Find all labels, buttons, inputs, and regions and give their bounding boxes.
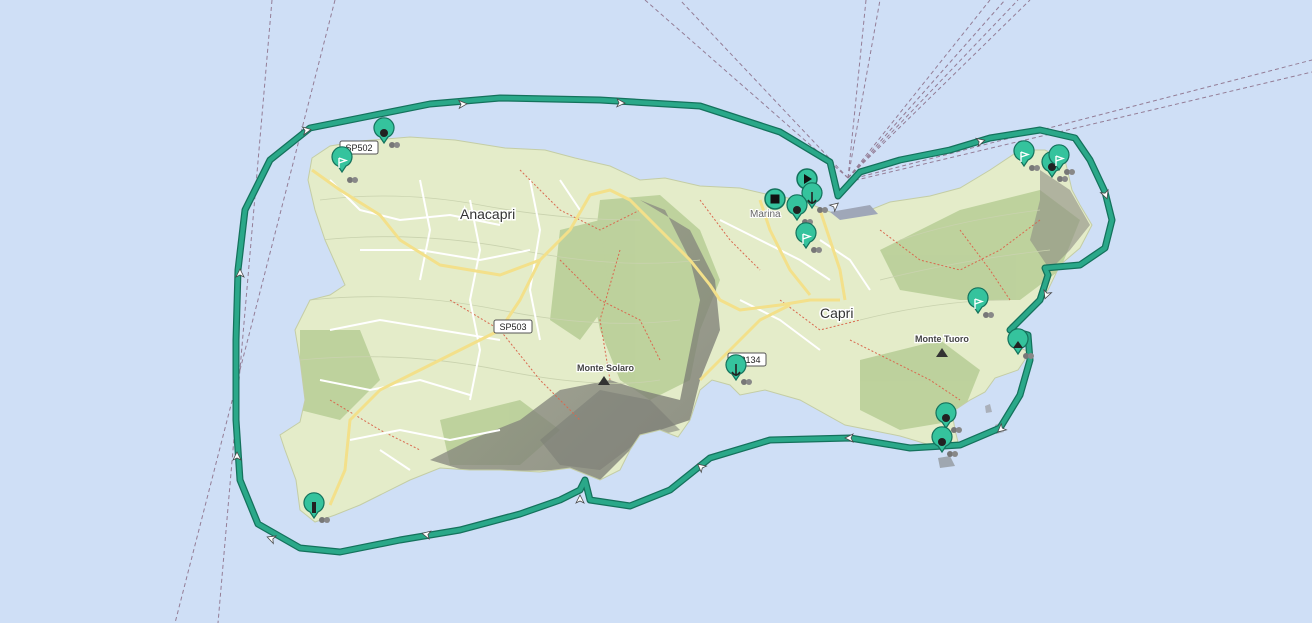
diver-icon	[942, 414, 950, 422]
label-anacapri: Anacapri	[460, 206, 515, 222]
stop-icon	[770, 194, 780, 204]
map-canvas[interactable]: Anacapri Capri Marina Monte Solaro Monte…	[0, 0, 1312, 623]
lighthouse-icon	[312, 502, 316, 513]
label-capri: Capri	[820, 305, 853, 321]
shield-sp503: SP503	[493, 319, 533, 334]
swimmer-icon	[793, 206, 801, 214]
label-monte-tuoro: Monte Tuoro	[915, 334, 969, 344]
swimmer-icon	[380, 129, 388, 137]
diver-icon	[938, 438, 946, 446]
end-marker[interactable]	[764, 188, 786, 210]
label-marina: Marina	[750, 209, 781, 220]
label-monte-solaro: Monte Solaro	[577, 363, 635, 373]
shield-sp503-label: SP503	[499, 322, 526, 332]
